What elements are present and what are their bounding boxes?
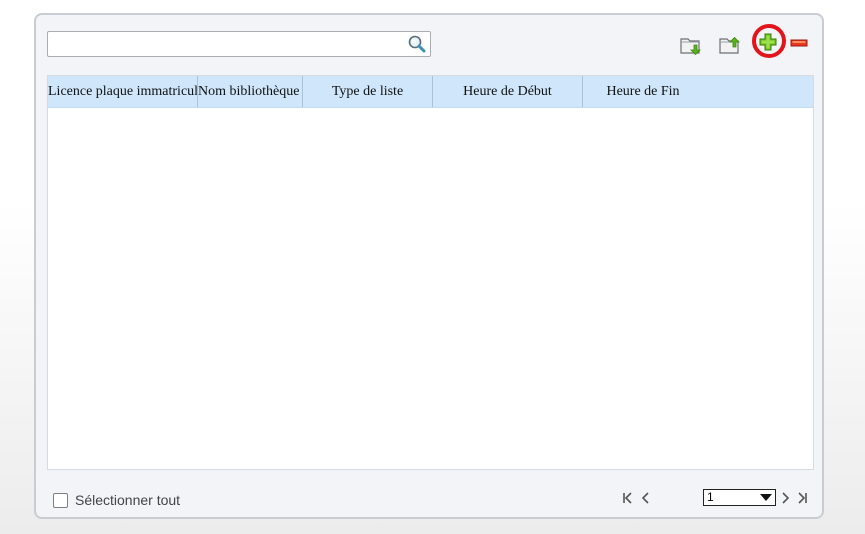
- last-page-icon[interactable]: [794, 489, 810, 507]
- page-select[interactable]: 1: [703, 489, 776, 506]
- search-icon[interactable]: [407, 34, 427, 54]
- table-body: [48, 108, 813, 468]
- minus-icon[interactable]: [789, 38, 809, 48]
- column-header-start-time[interactable]: Heure de Début: [433, 76, 583, 107]
- next-page-icon[interactable]: [777, 489, 793, 507]
- list-panel: Licence plaque immatriculation Nom bibli…: [34, 13, 824, 519]
- previous-page-icon[interactable]: [638, 489, 654, 507]
- plus-icon[interactable]: [757, 31, 779, 53]
- data-table: Licence plaque immatriculation Nom bibli…: [47, 75, 814, 470]
- column-header-end-time[interactable]: Heure de Fin: [583, 76, 703, 107]
- folder-import-icon[interactable]: [679, 33, 703, 57]
- table-header: Licence plaque immatriculation Nom bibli…: [48, 76, 813, 108]
- search-input[interactable]: [48, 32, 410, 54]
- chevron-down-icon: [760, 494, 772, 501]
- search-box[interactable]: [47, 31, 431, 57]
- column-header-list-type[interactable]: Type de liste: [303, 76, 433, 107]
- column-header-library[interactable]: Nom bibliothèque: [198, 76, 303, 107]
- column-header-licence[interactable]: Licence plaque immatriculation: [48, 76, 198, 107]
- folder-export-icon[interactable]: [718, 33, 742, 57]
- page-select-value: 1: [707, 490, 714, 504]
- first-page-icon[interactable]: [620, 489, 636, 507]
